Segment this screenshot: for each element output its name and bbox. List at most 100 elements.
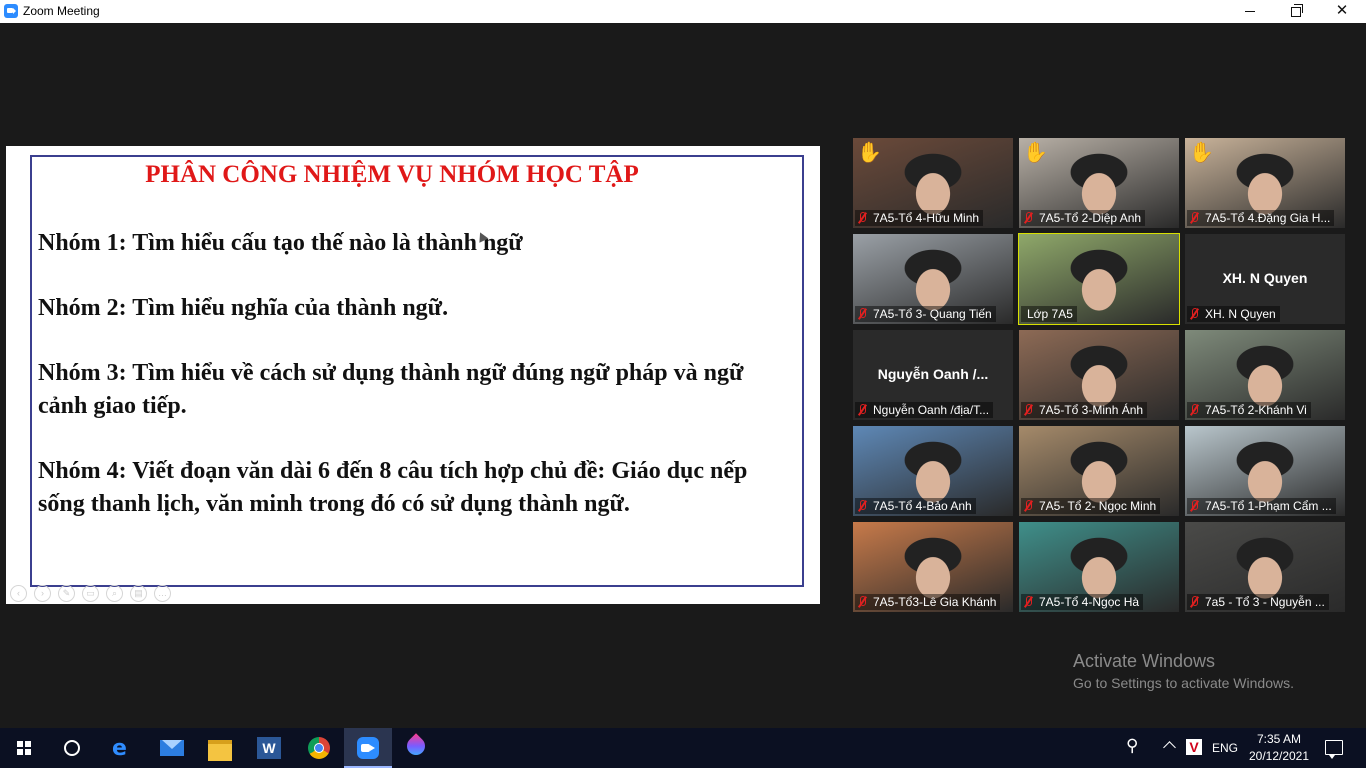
search-icon (64, 740, 80, 756)
search-button[interactable] (48, 728, 96, 768)
participant-nameplate: Nguyễn Oanh /địa/T... (855, 402, 994, 418)
clock-time: 7:35 AM (1256, 732, 1302, 746)
antivirus-tray-icon[interactable]: V (1186, 739, 1202, 755)
participant-nameplate: 7A5-Tổ 4-Hữu Minh (855, 210, 984, 226)
close-button[interactable]: ✕ (1319, 0, 1365, 23)
participant-name: 7A5-Tổ 1-Phạm Cẩm ... (1205, 499, 1332, 513)
participant-tile[interactable]: 7A5-Tổ3-Lê Gia Khánh (853, 522, 1013, 612)
watermark-subtitle: Go to Settings to activate Windows. (1073, 675, 1294, 691)
participant-tile[interactable]: 7A5-Tổ 4-Bảo Anh (853, 426, 1013, 516)
file-explorer-taskbar-button[interactable] (196, 728, 244, 768)
participant-nameplate: 7a5 - Tổ 3 - Nguyễn ... (1187, 594, 1329, 610)
participant-tile[interactable]: 7A5-Tổ 3-Minh Ánh (1019, 330, 1179, 420)
participant-nameplate: 7A5-Tổ 4.Đặng Gia H... (1187, 210, 1335, 226)
slide-line: Nhóm 3: Tìm hiểu về cách sử dụng thành n… (38, 360, 744, 419)
restore-button[interactable] (1273, 0, 1319, 23)
participant-name: 7a5 - Tổ 3 - Nguyễn ... (1205, 595, 1325, 609)
participant-tile[interactable]: 7a5 - Tổ 3 - Nguyễn ... (1185, 522, 1345, 612)
word-icon: W (257, 737, 281, 759)
windows-start-icon (17, 741, 31, 755)
paint-taskbar-button[interactable] (392, 728, 440, 768)
raised-hand-icon: ✋ (857, 142, 882, 164)
participant-name: XH. N Quyen (1205, 307, 1276, 321)
minimize-button[interactable] (1227, 0, 1273, 23)
file-explorer-icon (208, 740, 232, 761)
zoom-taskbar-button[interactable] (344, 728, 392, 768)
participant-tile[interactable]: 7A5-Tổ 1-Phạm Cẩm ... (1185, 426, 1345, 516)
participant-nameplate: 7A5-Tổ 1-Phạm Cẩm ... (1187, 498, 1336, 514)
muted-mic-icon (1189, 404, 1199, 416)
participant-tile[interactable]: Lớp 7A5 (1018, 233, 1180, 325)
word-taskbar-button[interactable]: W (245, 728, 293, 768)
start-button[interactable] (0, 728, 48, 768)
participant-name: Lớp 7A5 (1027, 307, 1073, 321)
participant-tile[interactable]: ✋ 7A5-Tổ 4.Đặng Gia H... (1185, 138, 1345, 228)
edge-icon: e (112, 736, 127, 761)
participant-name: 7A5-Tổ 4-Hữu Minh (873, 211, 980, 225)
restore-icon (1291, 3, 1303, 17)
next-slide-icon[interactable]: › (34, 585, 51, 602)
action-center-icon[interactable] (1325, 740, 1343, 759)
subtitles-icon[interactable]: ▤ (130, 585, 147, 602)
participant-tile[interactable]: ✋ 7A5-Tổ 4-Hữu Minh (853, 138, 1013, 228)
participant-tile[interactable]: 7A5-Tổ 3- Quang Tiến (853, 234, 1013, 324)
muted-mic-icon (1189, 500, 1199, 512)
presentation-toolbar: ‹ › ✎ ▭ ⌕ ▤ … (10, 583, 178, 602)
participant-tile[interactable]: 7A5- Tổ 2- Ngọc Minh (1019, 426, 1179, 516)
mail-icon (160, 740, 184, 756)
muted-mic-icon (857, 212, 867, 224)
participant-name: 7A5-Tổ3-Lê Gia Khánh (873, 595, 997, 609)
participant-display-name: XH. N Quyen (1222, 270, 1308, 286)
muted-mic-icon (1189, 212, 1199, 224)
muted-mic-icon (857, 596, 867, 608)
muted-mic-icon (857, 500, 867, 512)
pen-icon[interactable]: ✎ (58, 585, 75, 602)
edge-taskbar-button[interactable]: e (99, 728, 147, 768)
participant-tile[interactable]: XH. N Quyen XH. N Quyen (1185, 234, 1345, 324)
muted-mic-icon (1023, 404, 1033, 416)
participant-tile[interactable]: 7A5-Tổ 4-Ngọc Hà (1019, 522, 1179, 612)
participant-tile[interactable]: ✋ 7A5-Tổ 2-Diệp Anh (1019, 138, 1179, 228)
mail-taskbar-button[interactable] (148, 728, 196, 768)
muted-mic-icon (1189, 308, 1199, 320)
more-icon[interactable]: … (154, 585, 171, 602)
zoom-icon[interactable]: ⌕ (106, 585, 123, 602)
paint-drop-icon (403, 733, 429, 759)
participant-nameplate: Lớp 7A5 (1021, 306, 1077, 322)
muted-mic-icon (1023, 500, 1033, 512)
participant-nameplate: 7A5-Tổ 4-Ngọc Hà (1021, 594, 1144, 610)
slides-icon[interactable]: ▭ (82, 585, 99, 602)
participant-name: 7A5- Tổ 2- Ngọc Minh (1039, 499, 1157, 513)
participant-nameplate: 7A5-Tổ 2-Khánh Vi (1187, 402, 1311, 418)
window-title: Zoom Meeting (23, 4, 100, 18)
participant-name: 7A5-Tổ 4-Ngọc Hà (1039, 595, 1140, 609)
zoom-app-icon (4, 4, 18, 18)
clock-date: 20/12/2021 (1248, 749, 1310, 763)
chrome-taskbar-button[interactable] (295, 728, 343, 768)
taskbar: e W ⚲ V ENG 7:35 AM 20/12/2021 (0, 728, 1366, 768)
participant-name: Nguyễn Oanh /địa/T... (873, 403, 990, 417)
input-language[interactable]: ENG (1212, 728, 1238, 768)
participant-nameplate: 7A5-Tổ3-Lê Gia Khánh (855, 594, 1001, 610)
slide: PHÂN CÔNG NHIỆM VỤ NHÓM HỌC TẬP Nhóm 1: … (30, 155, 804, 587)
muted-mic-icon (1189, 596, 1199, 608)
participant-tile[interactable]: 7A5-Tổ 2-Khánh Vi (1185, 330, 1345, 420)
participant-name: 7A5-Tổ 2-Khánh Vi (1205, 403, 1307, 417)
activate-windows-watermark: Activate Windows Go to Settings to activ… (1073, 651, 1294, 691)
raised-hand-icon: ✋ (1189, 142, 1214, 164)
participant-nameplate: 7A5- Tổ 2- Ngọc Minh (1021, 498, 1161, 514)
slide-line: Nhóm 2: Tìm hiểu nghĩa của thành ngữ. (38, 295, 449, 321)
prev-slide-icon[interactable]: ‹ (10, 585, 27, 602)
taskbar-clock[interactable]: 7:35 AM 20/12/2021 (1240, 731, 1318, 765)
minimize-icon (1245, 11, 1255, 13)
participant-nameplate: 7A5-Tổ 2-Diệp Anh (1021, 210, 1146, 226)
people-icon[interactable]: ⚲ (1126, 736, 1138, 756)
muted-mic-icon (857, 404, 867, 416)
slide-title: PHÂN CÔNG NHIỆM VỤ NHÓM HỌC TẬP (145, 161, 639, 188)
slide-line: Nhóm 1: Tìm hiểu cấu tạo thế nào là thàn… (38, 230, 523, 256)
participant-tile[interactable]: Nguyễn Oanh /... Nguyễn Oanh /địa/T... (853, 330, 1013, 420)
muted-mic-icon (857, 308, 867, 320)
chrome-icon (308, 737, 330, 759)
show-hidden-icons-icon[interactable] (1163, 741, 1176, 754)
participant-nameplate: 7A5-Tổ 4-Bảo Anh (855, 498, 976, 514)
